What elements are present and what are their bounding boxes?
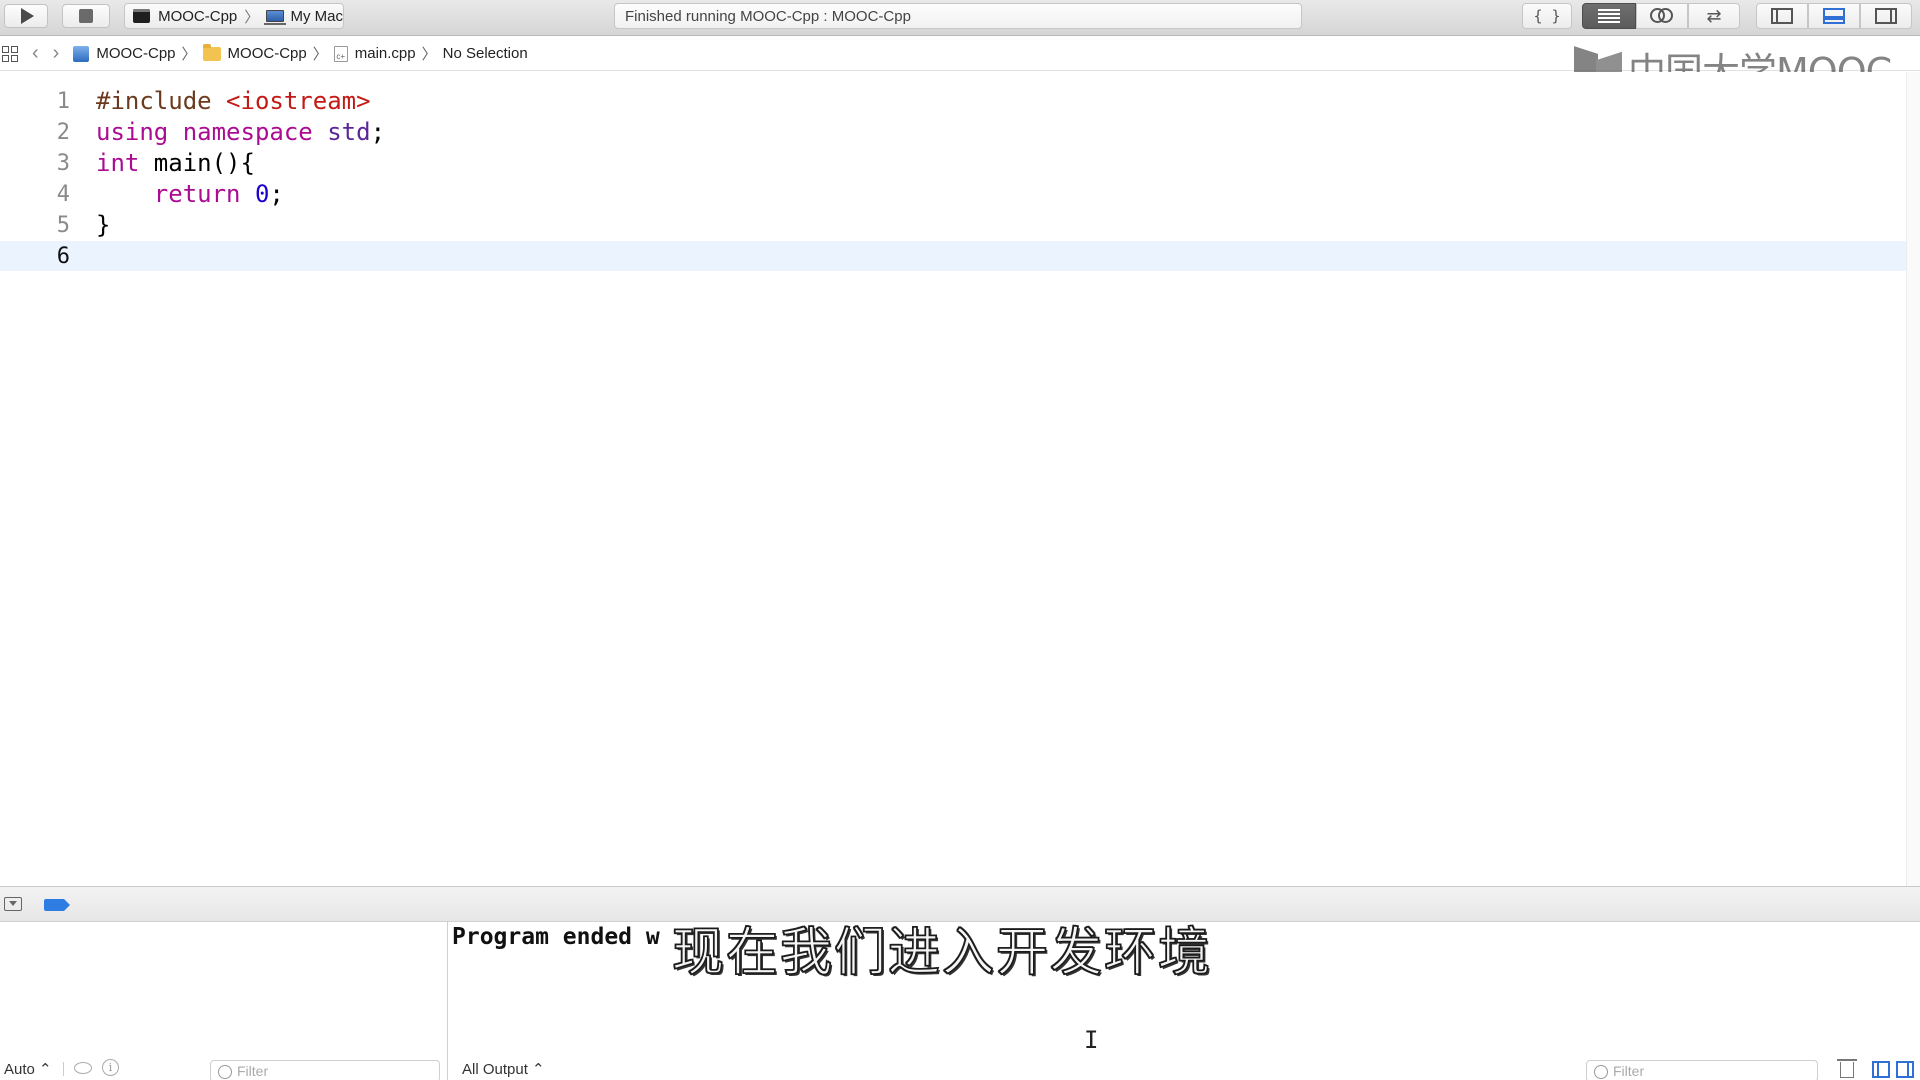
cpp-file-icon: c+ (333, 45, 348, 62)
code-token: ; (269, 180, 284, 208)
console-output: Program ended w (452, 924, 660, 950)
editor-scrollbar[interactable] (1906, 72, 1920, 886)
code-line[interactable]: 5} (0, 210, 1906, 240)
video-subtitle: 现在我们进入开发环境 (671, 922, 1213, 984)
chevron-right-icon: 〉 (181, 46, 197, 63)
code-token: #include (96, 87, 227, 115)
right-panel-icon (1875, 8, 1897, 24)
code-token: 0 (254, 180, 270, 208)
code-line[interactable]: 3 int main(){ (0, 148, 1906, 178)
code-token: int (96, 149, 140, 177)
console-filter-input[interactable]: Filter (1586, 1060, 1818, 1080)
line-number: 1 (56, 88, 70, 114)
swap-arrows-icon: ⇄ (1706, 5, 1722, 26)
debug-bottom-bar: Auto ⌃ i Filter All Output ⌃ Filter (0, 1058, 1920, 1080)
window-toolbar: MOOC-Cpp 〉 My Mac Finished running MOOC-… (0, 0, 1920, 36)
code-text: using namespace std; (96, 118, 385, 146)
divider (63, 1062, 64, 1076)
filter-placeholder: Filter (1613, 1063, 1645, 1079)
eye-icon[interactable] (74, 1062, 92, 1074)
scheme-target[interactable]: MOOC-Cpp (158, 8, 237, 25)
scheme-destination[interactable]: My Mac (291, 8, 344, 25)
text-cursor-icon: I (1084, 1026, 1099, 1054)
lines-icon (1598, 9, 1620, 23)
code-line[interactable]: 4 return 0; (0, 179, 1906, 209)
code-text: #include <iostream> (96, 87, 371, 115)
line-number: 4 (56, 181, 70, 207)
code-token: namespace (182, 118, 313, 146)
folder-icon (202, 43, 221, 61)
code-token: using (96, 118, 169, 146)
show-variables-icon[interactable] (1872, 1061, 1890, 1078)
bottom-panel-icon (1823, 8, 1845, 24)
breadcrumb-project[interactable]: MOOC-Cpp (96, 45, 175, 62)
code-text: int main(){ (96, 149, 255, 177)
toggle-debug-area-button[interactable] (1808, 3, 1860, 29)
back-arrow-icon[interactable]: ‹ (32, 42, 39, 65)
line-number: 5 (56, 212, 70, 238)
stop-button[interactable] (62, 4, 110, 28)
laptop-icon (264, 10, 286, 25)
project-icon (73, 45, 90, 62)
code-token: std (327, 118, 371, 146)
toggle-navigator-button[interactable] (1756, 3, 1808, 29)
code-line[interactable]: 2 using namespace std; (0, 117, 1906, 147)
show-console-icon[interactable] (1896, 1061, 1914, 1078)
line-number: 2 (56, 119, 70, 145)
breadcrumb-file[interactable]: main.cpp (355, 45, 416, 62)
variables-scope-selector[interactable]: Auto ⌃ (4, 1060, 52, 1078)
chevron-right-icon: 〉 (421, 46, 437, 63)
trash-icon[interactable] (1837, 1059, 1857, 1078)
code-text: return 0; (96, 180, 284, 208)
breadcrumb-selection[interactable]: No Selection (443, 45, 528, 62)
forward-arrow-icon[interactable]: › (53, 42, 60, 65)
breadcrumb-group[interactable]: MOOC-Cpp (228, 45, 307, 62)
related-items-grid-icon[interactable] (2, 45, 18, 62)
standard-editor-button[interactable] (1582, 3, 1636, 29)
toggle-utilities-button[interactable] (1860, 3, 1912, 29)
assistant-editor-button[interactable] (1636, 3, 1688, 29)
output-selector[interactable]: All Output ⌃ (462, 1060, 545, 1078)
hide-debug-area-icon[interactable] (4, 897, 22, 911)
variables-view[interactable] (0, 922, 448, 1080)
code-token: main(){ (139, 149, 255, 177)
version-editor-button[interactable]: ⇄ (1688, 3, 1740, 29)
code-token: } (96, 211, 111, 239)
run-button[interactable] (4, 4, 48, 28)
braces-icon: { } (1533, 7, 1561, 25)
line-number: 6 (56, 243, 70, 269)
chevron-right-icon: 〉 (312, 46, 328, 63)
code-text: } (96, 211, 110, 239)
terminal-app-icon (133, 9, 151, 23)
interlocking-circles-icon (1650, 8, 1674, 24)
code-token: ; (370, 118, 386, 146)
code-snippet-button[interactable]: { } (1522, 3, 1572, 29)
code-token: <iostream> (226, 87, 371, 115)
play-icon (21, 8, 34, 24)
code-line[interactable]: 6 (0, 241, 1906, 271)
chevron-right-icon: 〉 (244, 8, 260, 26)
line-number: 3 (56, 150, 70, 176)
activity-viewer: Finished running MOOC-Cpp : MOOC-Cpp (614, 3, 1302, 29)
info-icon[interactable]: i (102, 1059, 119, 1076)
code-line[interactable]: 1 #include <iostream> (0, 86, 1906, 116)
code-token: return (153, 180, 241, 208)
source-editor[interactable]: 1 #include <iostream> 2 using namespace std… (0, 72, 1906, 886)
left-panel-icon (1771, 8, 1793, 24)
activity-status-text: Finished running MOOC-Cpp : MOOC-Cpp (625, 7, 911, 25)
stop-icon (79, 9, 93, 23)
scheme-selector[interactable]: MOOC-Cpp 〉 My Mac (124, 3, 344, 29)
filter-placeholder: Filter (237, 1063, 269, 1079)
variables-filter-input[interactable]: Filter (210, 1060, 440, 1080)
breakpoint-toggle-icon[interactable] (44, 899, 70, 911)
